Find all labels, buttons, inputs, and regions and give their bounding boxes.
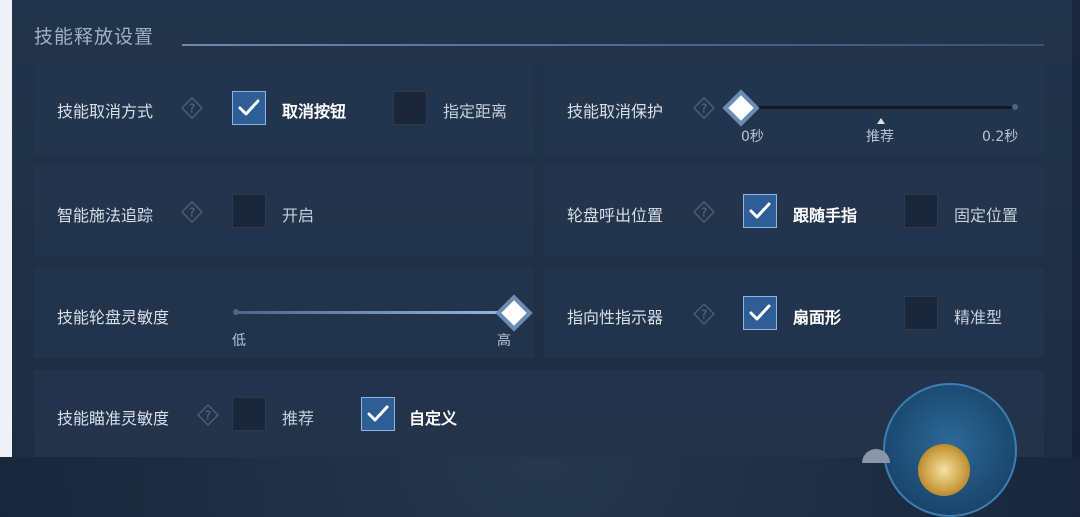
svg-text:?: ?: [189, 102, 195, 116]
smart-cast-option[interactable]: 开启: [282, 202, 314, 226]
indicator-label: 指向性指示器: [567, 308, 664, 327]
checkmark-icon: [367, 405, 389, 422]
slider-max-label: 高: [497, 333, 511, 349]
slider-min-label: 低: [232, 333, 246, 349]
cancel-method-label: 技能取消方式: [57, 102, 154, 121]
wheel-sensitivity-slider-fill[interactable]: [236, 311, 512, 314]
fan-shape-option[interactable]: 扇面形: [793, 304, 841, 328]
svg-text:?: ?: [189, 206, 195, 220]
follow-finger-option[interactable]: 跟随手指: [793, 202, 857, 226]
help-icon[interactable]: ?: [180, 96, 204, 120]
cancel-button-checkbox[interactable]: [232, 91, 266, 125]
slider-recommended-label: 推荐: [866, 129, 894, 145]
fixed-position-option[interactable]: 固定位置: [954, 202, 1018, 226]
section-title: 技能释放设置: [34, 26, 155, 48]
smart-cast-checkbox[interactable]: [232, 194, 266, 228]
recommended-checkbox[interactable]: [232, 397, 266, 431]
fixed-position-checkbox[interactable]: [904, 194, 938, 228]
precise-checkbox[interactable]: [904, 296, 938, 330]
recommended-option[interactable]: 推荐: [282, 405, 314, 429]
help-icon[interactable]: ?: [180, 200, 204, 224]
svg-text:?: ?: [701, 206, 707, 220]
recommended-marker-icon: [877, 118, 885, 124]
help-icon[interactable]: ?: [692, 302, 716, 326]
cancel-protect-label: 技能取消保护: [567, 102, 664, 121]
checkmark-icon: [749, 202, 771, 219]
help-icon[interactable]: ?: [196, 403, 220, 427]
specify-distance-option[interactable]: 指定距离: [443, 98, 507, 122]
svg-text:?: ?: [701, 308, 707, 322]
svg-text:?: ?: [701, 102, 707, 116]
slider-max-label: 0.2秒: [982, 129, 1019, 145]
aim-sensitivity-label: 技能瞄准灵敏度: [57, 409, 170, 428]
cancel-protect-slider-track[interactable]: [741, 106, 1015, 109]
custom-checkbox[interactable]: [361, 397, 395, 431]
smart-cast-label: 智能施法追踪: [57, 206, 154, 225]
fan-shape-checkbox[interactable]: [743, 296, 777, 330]
wheel-position-label: 轮盘呼出位置: [567, 206, 664, 225]
checkmark-icon: [238, 99, 260, 116]
help-icon[interactable]: ?: [692, 200, 716, 224]
checkmark-icon: [749, 304, 771, 321]
specify-distance-checkbox[interactable]: [393, 91, 427, 125]
cancel-button-option[interactable]: 取消按钮: [282, 98, 346, 122]
skill-icon: [918, 444, 970, 496]
help-icon[interactable]: ?: [692, 96, 716, 120]
slider-end-dot: [1012, 104, 1018, 110]
custom-option[interactable]: 自定义: [409, 405, 457, 429]
slider-min-label: 0秒: [741, 129, 764, 145]
svg-text:?: ?: [205, 409, 211, 423]
precise-option[interactable]: 精准型: [954, 304, 1002, 328]
follow-finger-checkbox[interactable]: [743, 194, 777, 228]
wheel-sensitivity-label: 技能轮盘灵敏度: [57, 308, 170, 327]
title-divider: [182, 44, 1044, 46]
left-edge-bar: [0, 0, 12, 457]
